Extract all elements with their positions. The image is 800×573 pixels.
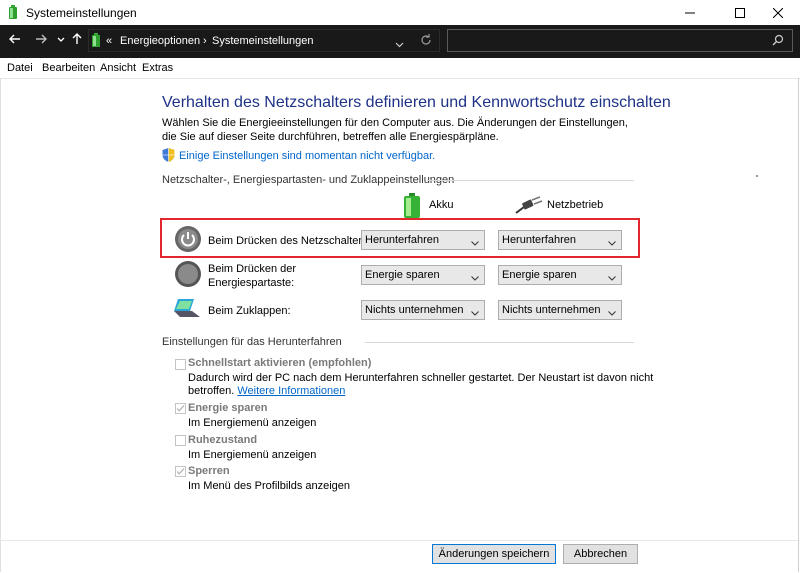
cancel-button[interactable]: Abbrechen [563, 544, 638, 564]
checkmark-icon [176, 468, 185, 475]
menu-datei[interactable]: Datei [7, 62, 33, 74]
breadcrumb-separator: « [106, 35, 113, 47]
battery-icon [402, 193, 422, 221]
desc-fast-startup-2: betroffen. Weitere Informationen [188, 384, 345, 399]
search-icon[interactable] [772, 34, 784, 49]
breadcrumb-arrow-icon: › [203, 35, 207, 47]
chevron-down-icon [608, 272, 616, 284]
dropdown-value: Herunterfahren [502, 234, 576, 246]
dropdown-value: Energie sparen [502, 269, 577, 281]
search-input[interactable] [447, 29, 793, 52]
power-button-icon [174, 225, 202, 256]
refresh-icon[interactable] [420, 34, 432, 49]
forward-arrow-icon[interactable] [35, 33, 47, 49]
chevron-down-icon [608, 237, 616, 249]
dropdown-sleep-battery[interactable]: Energie sparen [361, 265, 485, 285]
battery-location-icon [92, 33, 100, 50]
checkbox-sleep[interactable] [175, 403, 186, 414]
dropdown-value: Energie sparen [365, 269, 440, 281]
checkbox-lock[interactable] [175, 466, 186, 477]
section-title-buttons: Netzschalter-, Energiespartasten- und Zu… [162, 174, 455, 186]
menu-bearbeiten[interactable]: Bearbeiten [42, 62, 95, 74]
chevron-down-icon [608, 307, 616, 319]
checkbox-hibernate[interactable] [175, 435, 186, 446]
more-info-link[interactable]: Weitere Informationen [237, 385, 345, 397]
desc-fast-startup-cont: betroffen. [188, 385, 235, 397]
chevron-down-icon [471, 307, 479, 319]
dropdown-lid-battery[interactable]: Nichts unternehmen [361, 300, 485, 320]
chevron-down-icon[interactable] [57, 33, 65, 49]
breadcrumb-systemeinstellungen[interactable]: Systemeinstellungen [212, 35, 314, 47]
page-description: Wählen Sie die Energieeinstellungen für … [162, 117, 628, 143]
label-lock: Sperren [188, 465, 230, 477]
dropdown-power-ac[interactable]: Herunterfahren [498, 230, 622, 250]
section-title-shutdown: Einstellungen für das Herunterfahren [162, 336, 342, 348]
desc-sleep: Im Energiemenü anzeigen [188, 417, 317, 429]
title-bar: Systemeinstellungen [0, 0, 800, 26]
unavailable-settings-text[interactable]: Einige Einstellungen sind momentan nicht… [179, 150, 435, 162]
address-bar[interactable]: « Energieoptionen › Systemeinstellungen [88, 29, 440, 52]
row-label-power-button: Beim Drücken des Netzschalters: [208, 235, 371, 247]
page-title: Verhalten des Netzschalters definieren u… [162, 94, 671, 111]
back-arrow-icon[interactable] [9, 33, 21, 49]
laptop-lid-icon [172, 297, 202, 324]
row-label-sleep-button: Beim Drücken der Energiespartaste: [208, 263, 297, 289]
checkbox-fast-startup[interactable] [175, 359, 186, 370]
dropdown-power-battery[interactable]: Herunterfahren [361, 230, 485, 250]
save-button[interactable]: Änderungen speichern [432, 544, 556, 564]
scroll-marker [756, 175, 758, 177]
menu-extras[interactable]: Extras [142, 62, 173, 74]
desc-hibernate: Im Energiemenü anzeigen [188, 449, 317, 461]
address-dropdown-icon[interactable] [395, 37, 404, 51]
battery-app-icon [8, 5, 18, 22]
uac-shield-icon [162, 148, 175, 165]
menu-bar: Datei Bearbeiten Ansicht Extras [0, 58, 800, 79]
dropdown-lid-ac[interactable]: Nichts unternehmen [498, 300, 622, 320]
power-plug-icon [514, 195, 544, 218]
column-power: Netzbetrieb [547, 199, 604, 211]
close-icon[interactable] [756, 0, 800, 25]
label-fast-startup: Schnellstart aktivieren (empfohlen) [188, 357, 372, 369]
checkmark-icon [176, 405, 185, 412]
label-sleep: Energie sparen [188, 402, 268, 414]
sleep-button-icon [174, 260, 202, 291]
label-hibernate: Ruhezustand [188, 434, 258, 446]
chevron-down-icon [471, 237, 479, 249]
section-divider [365, 342, 634, 343]
dropdown-value: Nichts unternehmen [502, 304, 601, 316]
row-label-lid: Beim Zuklappen: [208, 305, 291, 317]
dropdown-sleep-ac[interactable]: Energie sparen [498, 265, 622, 285]
minimize-icon[interactable] [668, 0, 712, 25]
desc-lock: Im Menü des Profilbilds anzeigen [188, 480, 351, 492]
chevron-down-icon [471, 272, 479, 284]
dropdown-value: Herunterfahren [365, 234, 439, 246]
section-divider [427, 180, 634, 181]
breadcrumb-energieoptionen[interactable]: Energieoptionen [120, 35, 200, 47]
menu-ansicht[interactable]: Ansicht [100, 62, 136, 74]
up-arrow-icon[interactable] [72, 33, 82, 49]
window-title: Systemeinstellungen [26, 6, 137, 20]
footer-divider [0, 540, 800, 541]
dropdown-value: Nichts unternehmen [365, 304, 464, 316]
column-battery: Akku [429, 199, 454, 211]
